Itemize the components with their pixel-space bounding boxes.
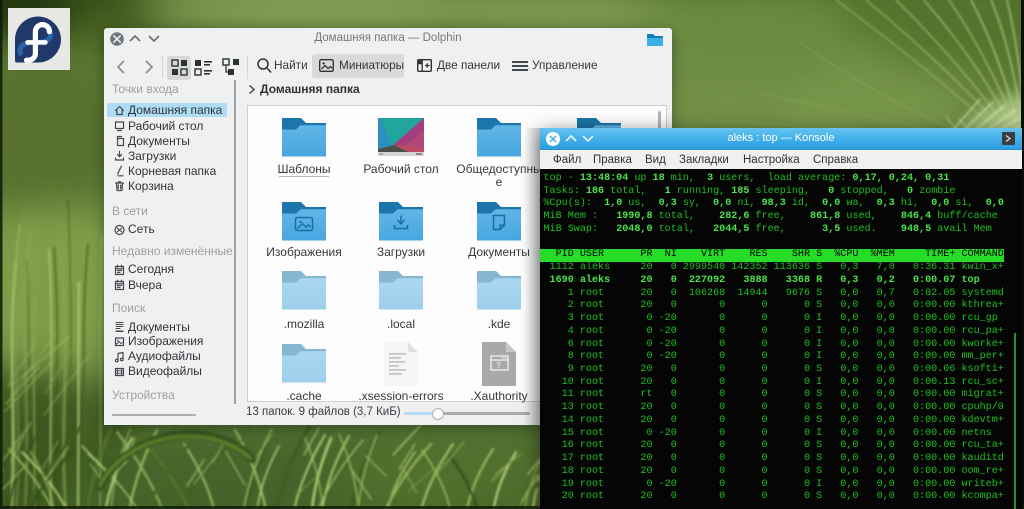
svg-text:?: ? (496, 361, 501, 370)
